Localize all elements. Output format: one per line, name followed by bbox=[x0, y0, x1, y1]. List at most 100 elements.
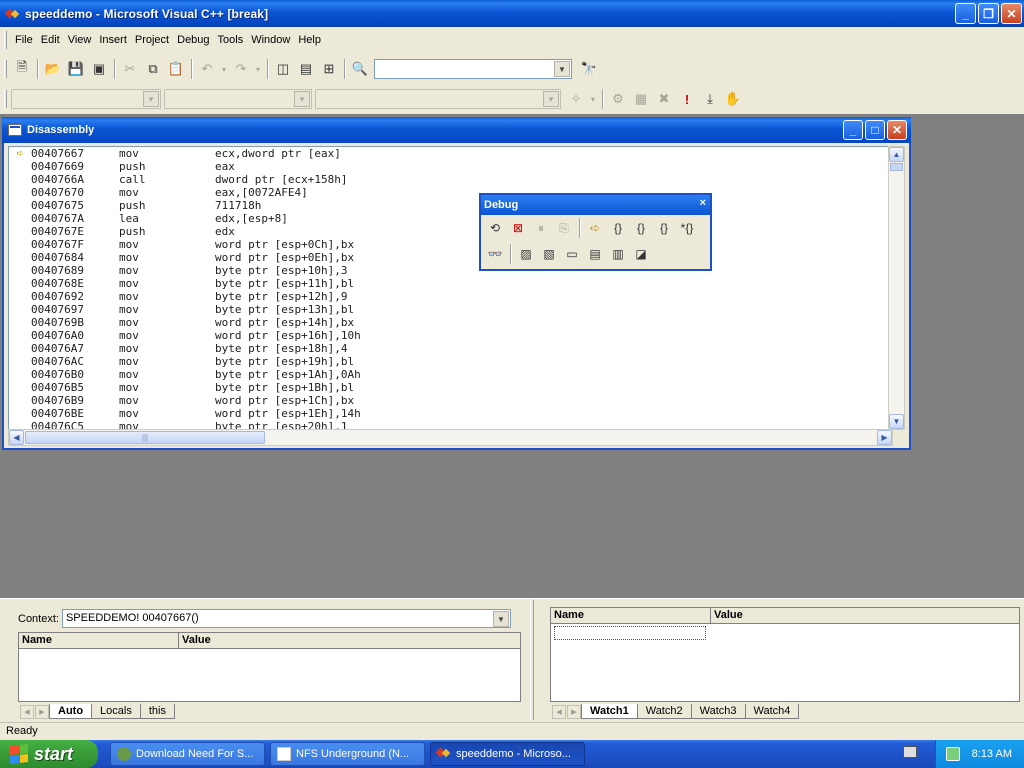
disassembly-row[interactable]: 004076B0 mov byte ptr [esp+1Ah],0Ah bbox=[9, 368, 892, 381]
menu-file[interactable]: File bbox=[11, 32, 37, 48]
find-in-files-icon[interactable]: 🔍 bbox=[349, 58, 371, 80]
chevron-down-icon[interactable]: ▼ bbox=[294, 91, 310, 107]
scroll-up-icon[interactable]: ▲ bbox=[889, 147, 904, 162]
window-list-icon[interactable]: ⊞ bbox=[318, 58, 340, 80]
tab-auto[interactable]: Auto bbox=[49, 704, 93, 719]
stop-debugging-icon[interactable]: ⊠ bbox=[507, 217, 529, 239]
restart-icon[interactable]: ⟲ bbox=[484, 217, 506, 239]
disassembly-row[interactable]: ➪ 00407667 mov ecx,dword ptr [eax] bbox=[9, 147, 892, 160]
chevron-down-icon[interactable]: ▼ bbox=[554, 61, 570, 77]
copy-icon[interactable]: ⧉ bbox=[142, 58, 164, 80]
variables-name-header[interactable]: Name bbox=[19, 633, 179, 648]
disassembly-row[interactable]: 00407689 mov byte ptr [esp+10h],3 bbox=[9, 264, 892, 277]
disasm-close-button[interactable]: ✕ bbox=[887, 120, 907, 140]
scroll-right-icon[interactable]: ▶ bbox=[877, 430, 892, 445]
undo-dropdown-icon[interactable]: ▾ bbox=[219, 58, 229, 80]
go-icon[interactable]: ⤓ bbox=[699, 88, 721, 110]
build-icon[interactable]: ▦ bbox=[630, 88, 652, 110]
watch-value-header[interactable]: Value bbox=[711, 608, 1019, 623]
disassembly-row[interactable]: 004076A0 mov word ptr [esp+16h],10h bbox=[9, 329, 892, 342]
stop-build-icon[interactable]: ✖ bbox=[653, 88, 675, 110]
menu-edit[interactable]: Edit bbox=[37, 32, 64, 48]
menu-debug[interactable]: Debug bbox=[173, 32, 213, 48]
disassembly-row[interactable]: 0040767E push edx bbox=[9, 225, 892, 238]
registers-window-icon[interactable]: ▭ bbox=[561, 243, 583, 265]
variables-grid[interactable]: Name Value bbox=[18, 632, 521, 702]
break-execution-icon[interactable]: ⏸ bbox=[530, 217, 552, 239]
class-combo[interactable]: ▼ bbox=[11, 89, 161, 109]
watch-new-entry[interactable] bbox=[554, 626, 706, 640]
run-to-cursor-icon[interactable]: *{} bbox=[676, 217, 698, 239]
chevron-down-icon[interactable]: ▼ bbox=[143, 91, 159, 107]
hscroll-thumb[interactable]: ||| bbox=[25, 431, 265, 444]
find-combo[interactable]: ▼ bbox=[374, 59, 572, 79]
chevron-down-icon[interactable]: ▼ bbox=[543, 91, 559, 107]
disassembly-row[interactable]: 0040767A lea edx,[esp+8] bbox=[9, 212, 892, 225]
quickwatch-icon[interactable]: 👓 bbox=[484, 243, 506, 265]
disassembly-row[interactable]: 00407675 push 711718h bbox=[9, 199, 892, 212]
horizontal-scrollbar[interactable]: ◀ ||| ▶ bbox=[8, 429, 893, 446]
save-icon[interactable]: 💾 bbox=[65, 58, 87, 80]
disassembly-row[interactable]: 00407670 mov eax,[0072AFE4] bbox=[9, 186, 892, 199]
debug-toolbar-title[interactable]: Debug × bbox=[481, 195, 710, 215]
redo-icon[interactable]: ↷ bbox=[230, 58, 252, 80]
undo-icon[interactable]: ↶ bbox=[196, 58, 218, 80]
disassembly-row[interactable]: 00407697 mov byte ptr [esp+13h],bl bbox=[9, 303, 892, 316]
tab-watch4[interactable]: Watch4 bbox=[744, 704, 800, 719]
step-over-icon[interactable]: {} bbox=[630, 217, 652, 239]
main-titlebar[interactable]: speeddemo - Microsoft Visual C++ [break]… bbox=[0, 0, 1024, 27]
execute-icon[interactable]: ! bbox=[676, 88, 698, 110]
disassembly-row[interactable]: 00407669 push eax bbox=[9, 160, 892, 173]
step-out-icon[interactable]: {} bbox=[653, 217, 675, 239]
disassembly-row[interactable]: 004076A7 mov byte ptr [esp+18h],4 bbox=[9, 342, 892, 355]
vertical-scrollbar[interactable]: ▲ ▼ bbox=[888, 146, 905, 430]
find-binoculars-icon[interactable]: 🔭 bbox=[578, 58, 600, 80]
new-text-file-icon[interactable]: 🗎 bbox=[11, 58, 33, 80]
scroll-left-icon[interactable]: ◀ bbox=[9, 430, 24, 445]
tab-scroll-left-icon[interactable]: ◀ bbox=[552, 705, 566, 719]
close-button[interactable]: ✕ bbox=[1001, 3, 1022, 24]
wizard-action-icon[interactable]: ✧ bbox=[565, 88, 587, 110]
breakpoint-hand-icon[interactable]: ✋ bbox=[722, 88, 744, 110]
paste-icon[interactable]: 📋 bbox=[165, 58, 187, 80]
menu-view[interactable]: View bbox=[64, 32, 96, 48]
memory-window-icon[interactable]: ▤ bbox=[584, 243, 606, 265]
clock[interactable]: 8:13 AM bbox=[972, 748, 1012, 760]
menubar-grip[interactable] bbox=[4, 31, 7, 49]
tab-watch1[interactable]: Watch1 bbox=[581, 704, 638, 719]
tab-watch2[interactable]: Watch2 bbox=[636, 704, 692, 719]
taskbar-item-download[interactable]: Download Need For S... bbox=[110, 742, 265, 766]
menu-window[interactable]: Window bbox=[247, 32, 294, 48]
pane-splitter[interactable] bbox=[530, 600, 534, 720]
watch-name-header[interactable]: Name bbox=[551, 608, 711, 623]
keyboard-language-icon[interactable] bbox=[903, 746, 917, 758]
cut-icon[interactable]: ✂ bbox=[119, 58, 141, 80]
scroll-thumb[interactable] bbox=[890, 163, 903, 171]
tab-scroll-right-icon[interactable]: ▶ bbox=[35, 705, 49, 719]
tab-locals[interactable]: Locals bbox=[91, 704, 141, 719]
context-combo[interactable]: SPEEDDEMO! 00407667() ▼ bbox=[61, 609, 511, 628]
step-into-icon[interactable]: {} bbox=[607, 217, 629, 239]
disassembly-row[interactable]: 0040766A call dword ptr [ecx+158h] bbox=[9, 173, 892, 186]
disassembly-row[interactable]: 00407684 mov word ptr [esp+0Eh],bx bbox=[9, 251, 892, 264]
disassembly-titlebar[interactable]: Disassembly _ □ ✕ bbox=[2, 117, 911, 143]
watch-window-icon[interactable]: ▨ bbox=[515, 243, 537, 265]
debug-toolbar-close-icon[interactable]: × bbox=[700, 197, 706, 209]
start-button[interactable]: start bbox=[0, 740, 98, 768]
variables-value-header[interactable]: Value bbox=[179, 633, 520, 648]
disassembly-row[interactable]: 0040769B mov word ptr [esp+14h],bx bbox=[9, 316, 892, 329]
network-icon[interactable] bbox=[945, 747, 960, 761]
disasm-minimize-button[interactable]: _ bbox=[843, 120, 863, 140]
compile-icon[interactable]: ⚙ bbox=[607, 88, 629, 110]
scroll-down-icon[interactable]: ▼ bbox=[889, 414, 904, 429]
open-folder-icon[interactable]: 📂 bbox=[42, 58, 64, 80]
disassembly-row[interactable]: 004076BE mov word ptr [esp+1Eh],14h bbox=[9, 407, 892, 420]
tab-watch3[interactable]: Watch3 bbox=[690, 704, 746, 719]
filter-combo[interactable]: ▼ bbox=[164, 89, 312, 109]
variables-window-icon[interactable]: ▧ bbox=[538, 243, 560, 265]
redo-dropdown-icon[interactable]: ▾ bbox=[253, 58, 263, 80]
disassembly-row[interactable]: 004076B9 mov word ptr [esp+1Ch],bx bbox=[9, 394, 892, 407]
disassembly-row[interactable]: 004076AC mov byte ptr [esp+19h],bl bbox=[9, 355, 892, 368]
disassembly-row[interactable]: 0040768E mov byte ptr [esp+11h],bl bbox=[9, 277, 892, 290]
watch-grid[interactable]: Name Value bbox=[550, 607, 1020, 702]
